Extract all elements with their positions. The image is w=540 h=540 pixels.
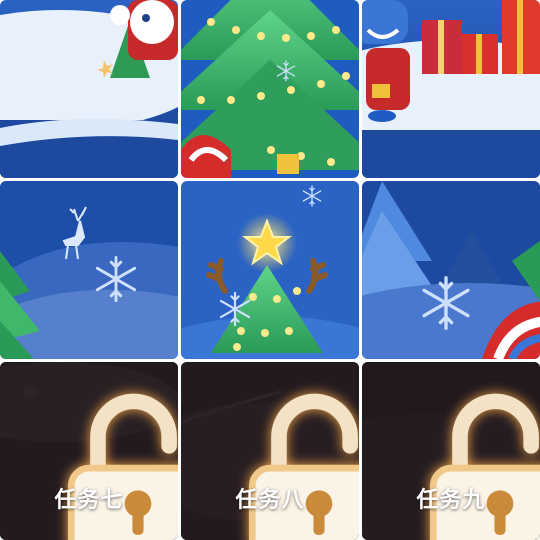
task-label: 任务八	[235, 487, 305, 512]
star-tree-scene	[181, 181, 359, 359]
puzzle-tile-4[interactable]	[0, 181, 178, 359]
puzzle-grid: 任务七 任务八 任务九	[0, 0, 540, 540]
reindeer-hill-scene	[0, 181, 178, 359]
open-padlock-icon	[411, 388, 491, 468]
puzzle-tile-2[interactable]	[181, 0, 359, 178]
task-label: 任务九	[416, 487, 486, 512]
open-padlock-icon	[230, 388, 310, 468]
puzzle-tile-5[interactable]	[181, 181, 359, 359]
snow-hill-scene	[0, 0, 178, 178]
puzzle-tile-3[interactable]	[362, 0, 540, 178]
open-padlock-icon	[49, 388, 129, 468]
christmas-tree-scene	[181, 0, 359, 178]
puzzle-tile-1[interactable]	[0, 0, 178, 178]
puzzle-tile-6[interactable]	[362, 181, 540, 359]
forest-snowflake-scene	[362, 181, 540, 359]
locked-task-tile-8[interactable]: 任务八	[181, 362, 359, 540]
locked-task-tile-9[interactable]: 任务九	[362, 362, 540, 540]
mascot-gifts-scene	[362, 0, 540, 178]
task-label: 任务七	[54, 487, 124, 512]
locked-task-tile-7[interactable]: 任务七	[0, 362, 178, 540]
